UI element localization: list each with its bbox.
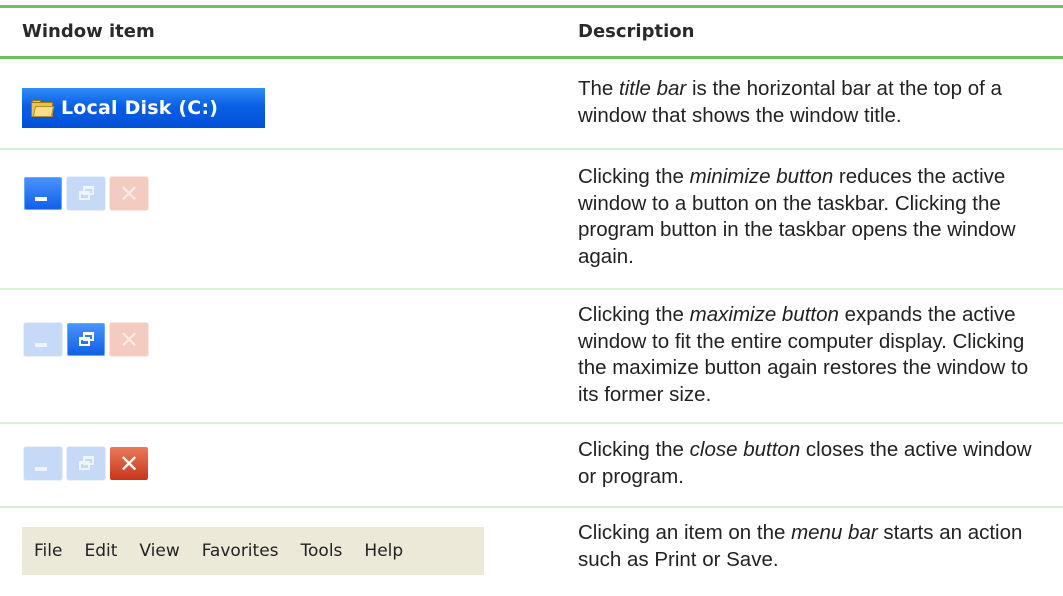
column-header-description: Description bbox=[578, 21, 695, 42]
folder-icon bbox=[31, 99, 55, 117]
term-menu-bar: menu bar bbox=[791, 521, 878, 544]
maximize-button[interactable] bbox=[66, 176, 106, 211]
minimize-description: Clicking the minimize button reduces the… bbox=[578, 165, 1016, 268]
title-bar-label: Local Disk (C:) bbox=[61, 97, 219, 119]
minimize-button[interactable] bbox=[23, 446, 63, 481]
maximize-description: Clicking the maximize button expands the… bbox=[578, 303, 1029, 406]
close-button[interactable]: ✕ bbox=[109, 322, 149, 357]
menu-item-favorites[interactable]: Favorites bbox=[202, 541, 279, 561]
close-icon: ✕ bbox=[118, 325, 140, 354]
restore-icon bbox=[79, 186, 94, 200]
menu-item-help[interactable]: Help bbox=[364, 541, 403, 561]
title-bar-description: The title bar is the horizontal bar at t… bbox=[578, 77, 1002, 127]
menu-bar-example: File Edit View Favorites Tools Help bbox=[22, 527, 484, 575]
row-divider bbox=[0, 148, 1063, 150]
close-icon: ✕ bbox=[118, 179, 140, 208]
row-divider bbox=[0, 288, 1063, 290]
term-close-button: close button bbox=[689, 438, 801, 461]
maximize-button[interactable] bbox=[66, 322, 106, 357]
header-rule bbox=[0, 56, 1063, 59]
caption-buttons-maximize-example: ✕ bbox=[23, 322, 149, 357]
maximize-button[interactable] bbox=[66, 446, 106, 481]
minimize-icon bbox=[35, 343, 47, 347]
menu-item-view[interactable]: View bbox=[139, 541, 179, 561]
term-title-bar: title bar bbox=[619, 77, 687, 100]
menu-item-file[interactable]: File bbox=[34, 541, 62, 561]
menu-item-edit[interactable]: Edit bbox=[84, 541, 117, 561]
caption-buttons-minimize-example: ✕ bbox=[23, 176, 149, 211]
minimize-button[interactable] bbox=[23, 322, 63, 357]
term-minimize-button: minimize button bbox=[689, 165, 834, 188]
close-description: Clicking the close button closes the act… bbox=[578, 438, 1032, 488]
minimize-button[interactable] bbox=[23, 176, 63, 211]
column-header-window-item: Window item bbox=[22, 21, 155, 42]
close-button[interactable]: ✕ bbox=[109, 176, 149, 211]
minimize-icon bbox=[35, 197, 47, 201]
restore-icon bbox=[79, 332, 94, 346]
menu-item-tools[interactable]: Tools bbox=[301, 541, 343, 561]
minimize-icon bbox=[35, 467, 47, 471]
top-rule bbox=[0, 5, 1063, 8]
close-button[interactable]: ✕ bbox=[109, 446, 149, 481]
row-divider bbox=[0, 506, 1063, 508]
close-icon: ✕ bbox=[118, 449, 140, 478]
title-bar-example: Local Disk (C:) bbox=[22, 88, 265, 128]
menu-bar-description: Clicking an item on the menu bar starts … bbox=[578, 521, 1023, 571]
restore-icon bbox=[79, 456, 94, 470]
caption-buttons-close-example: ✕ bbox=[23, 446, 149, 481]
term-maximize-button: maximize button bbox=[689, 303, 839, 326]
row-divider bbox=[0, 422, 1063, 424]
